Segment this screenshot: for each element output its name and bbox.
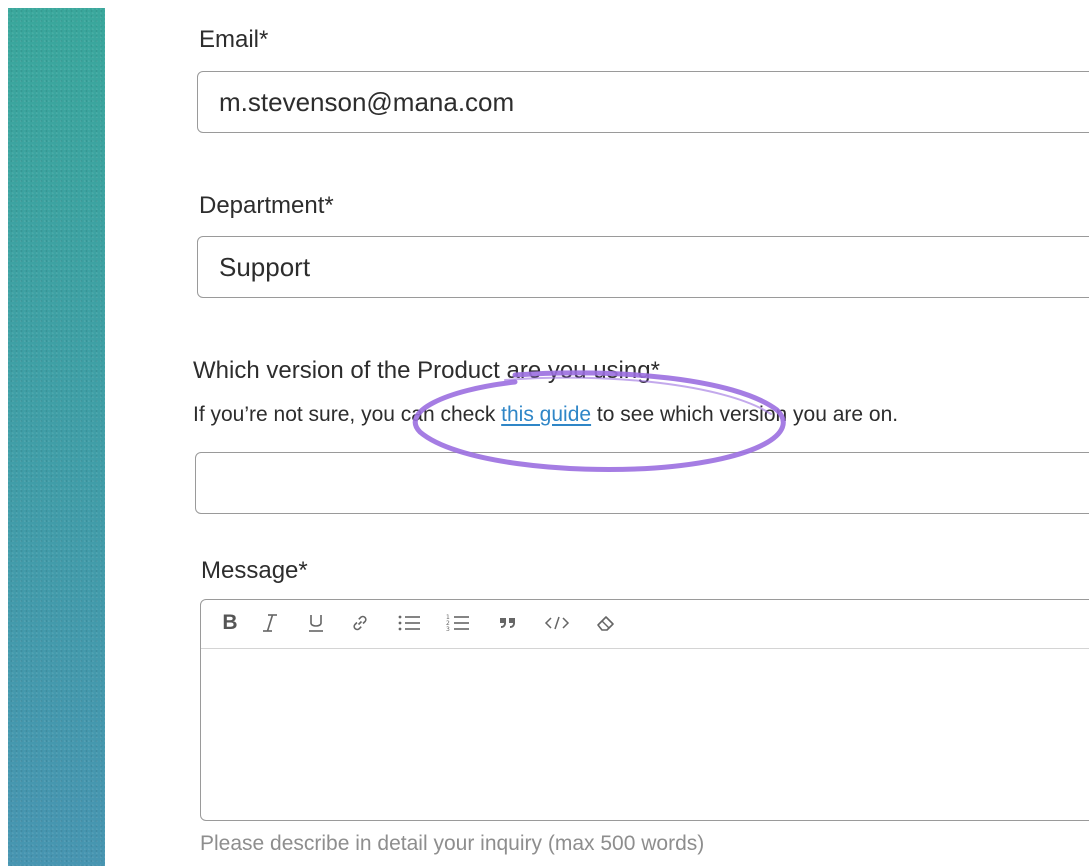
underline-button[interactable]: [305, 610, 327, 636]
email-label: Email*: [199, 26, 269, 53]
editor-toolbar: B 1 2 3: [201, 600, 1089, 649]
numbered-list-button[interactable]: 1 2 3: [445, 610, 471, 636]
clear-format-button[interactable]: [595, 610, 619, 636]
message-hint: Please describe in detail your inquiry (…: [200, 832, 705, 855]
department-field[interactable]: Support: [197, 236, 1089, 298]
code-icon: [544, 616, 570, 630]
numbered-list-icon: 1 2 3: [446, 614, 469, 633]
email-field[interactable]: m.stevenson@mana.com: [197, 71, 1089, 133]
department-field-value: Support: [219, 251, 311, 282]
message-editor: B 1 2 3: [200, 599, 1089, 821]
message-textarea[interactable]: [201, 649, 1089, 820]
message-label: Message*: [201, 557, 308, 584]
version-help-text: If you’re not sure, you can check this g…: [193, 403, 898, 427]
svg-text:3: 3: [446, 626, 450, 633]
bold-icon: B: [222, 611, 238, 634]
quote-button[interactable]: [497, 610, 519, 636]
version-label: Which version of the Product are you usi…: [193, 357, 660, 384]
link-icon: [353, 615, 367, 631]
underline-icon: [309, 615, 323, 632]
quote-icon: [500, 618, 515, 628]
code-button[interactable]: [543, 610, 571, 636]
version-field[interactable]: [195, 452, 1089, 514]
bullet-list-icon: [398, 615, 420, 631]
guide-link[interactable]: this guide: [501, 403, 591, 426]
bold-button[interactable]: B: [219, 610, 241, 636]
eraser-icon: [597, 616, 614, 631]
italic-icon: [263, 614, 277, 632]
support-form-page: Email* m.stevenson@mana.com Department* …: [0, 0, 1089, 866]
decorative-side-strip: [8, 8, 105, 866]
link-button[interactable]: [349, 610, 371, 636]
department-label: Department*: [199, 192, 334, 219]
email-field-value: m.stevenson@mana.com: [219, 86, 515, 117]
version-help-before: If you’re not sure, you can check: [193, 403, 502, 426]
bullet-list-button[interactable]: [396, 610, 422, 636]
italic-button[interactable]: [259, 610, 281, 636]
version-help-after: to see which version you are on.: [591, 403, 899, 426]
